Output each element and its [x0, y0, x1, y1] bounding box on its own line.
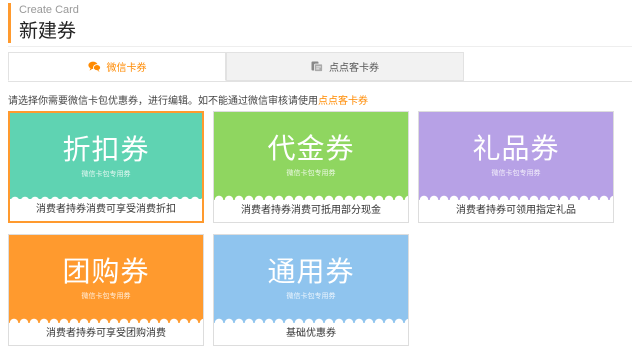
card-cash-voucher[interactable]: 代金券 微信卡包专用券 消费者持券消费可抵用部分现金 [213, 111, 409, 223]
tab-diandianke-card[interactable]: 点点客卡券 [226, 52, 464, 81]
tab-diandianke-card-label: 点点客卡券 [329, 63, 379, 74]
card-general-description: 基础优惠券 [214, 323, 408, 345]
card-gift[interactable]: 礼品券 微信卡包专用券 消费者持券可领用指定礼品 [418, 111, 614, 223]
card-gift-banner: 礼品券 微信卡包专用券 [419, 112, 613, 200]
scallop-edge [9, 315, 203, 323]
card-general[interactable]: 通用券 微信卡包专用券 基础优惠券 [213, 234, 409, 346]
card-discount-banner: 折扣券 微信卡包专用券 [10, 113, 202, 201]
header-divider [8, 46, 632, 47]
card-general-tag: 微信卡包专用券 [286, 292, 336, 300]
scallop-edge [214, 315, 408, 323]
wechat-chat-icon [87, 61, 101, 72]
card-discount[interactable]: 折扣券 微信卡包专用券 消费者持券消费可享受消费折扣 [8, 111, 204, 223]
diandianke-card-link[interactable]: 点点客卡券 [318, 96, 368, 107]
card-cash-voucher-tag: 微信卡包专用券 [286, 169, 336, 177]
card-discount-tag: 微信卡包专用券 [81, 170, 131, 178]
tab-wechat-card[interactable]: 微信卡券 [8, 52, 226, 81]
tab-wechat-card-label: 微信卡券 [106, 63, 147, 74]
card-group-buy-description: 消费者持券可享受团购消费 [9, 323, 203, 345]
card-coupon-icon [311, 61, 323, 72]
page-title: 新建券 [19, 20, 77, 42]
card-gift-description: 消费者持券可领用指定礼品 [419, 200, 613, 222]
card-discount-title: 折扣券 [62, 133, 150, 166]
page-subtitle: Create Card [19, 4, 79, 16]
card-cash-voucher-title: 代金券 [267, 132, 355, 165]
instruction-body: 请选择你需要微信卡包优惠券，进行编辑。如不能通过微信审核请使用 [8, 96, 318, 107]
card-discount-description: 消费者持券消费可享受消费折扣 [10, 199, 202, 221]
card-group-buy-tag: 微信卡包专用券 [81, 292, 131, 300]
card-group-buy[interactable]: 团购券 微信卡包专用券 消费者持券可享受团购消费 [8, 234, 204, 346]
card-group-buy-title: 团购券 [62, 255, 150, 288]
card-general-banner: 通用券 微信卡包专用券 [214, 235, 408, 323]
instruction-text: 请选择你需要微信卡包优惠券，进行编辑。如不能通过微信审核请使用点点客卡券 [8, 92, 368, 107]
tabs-divider [8, 81, 632, 82]
card-gift-tag: 微信卡包专用券 [491, 169, 541, 177]
card-general-title: 通用券 [267, 255, 355, 288]
card-gift-title: 礼品券 [472, 132, 560, 165]
page-header: Create Card 新建券 [8, 3, 79, 43]
scallop-edge [214, 192, 408, 200]
card-group-buy-banner: 团购券 微信卡包专用券 [9, 235, 203, 323]
card-cash-voucher-description: 消费者持券消费可抵用部分现金 [214, 200, 408, 222]
card-type-tabs: 微信卡券 点点客卡券 [8, 52, 464, 83]
card-cash-voucher-banner: 代金券 微信卡包专用券 [214, 112, 408, 200]
scallop-edge [419, 192, 613, 200]
